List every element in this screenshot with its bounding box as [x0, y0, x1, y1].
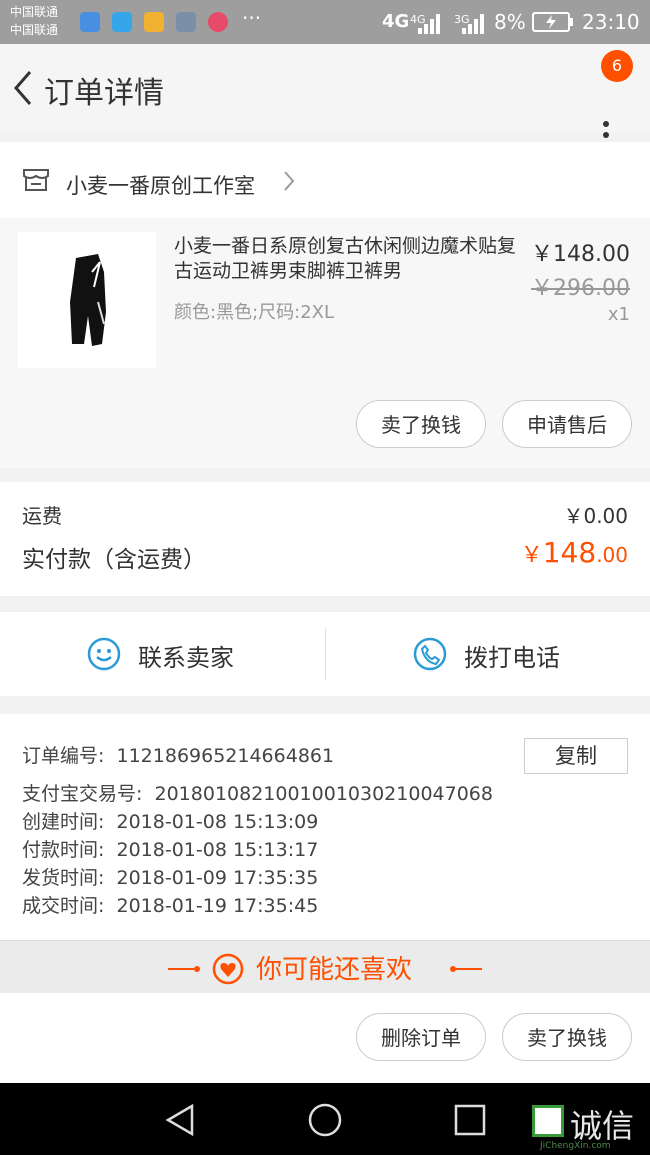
- nav-header: 订单详情: [0, 44, 650, 149]
- paid-decimal: .00: [596, 543, 628, 567]
- chevron-right-icon: [284, 171, 295, 191]
- sell-for-cash-button[interactable]: 卖了换钱: [356, 400, 486, 448]
- more-notifications-icon: ···: [242, 6, 262, 30]
- shipping-value: ￥0.00: [563, 504, 628, 528]
- watermark-logo: [532, 1105, 564, 1137]
- line-left-icon: [168, 966, 200, 972]
- shipping-label: 运费: [22, 504, 62, 528]
- call-phone-label: 拨打电话: [464, 644, 560, 672]
- shipped-time: 2018-01-09 17:35:35: [116, 867, 319, 889]
- alipay-label: 支付宝交易号:: [22, 783, 143, 805]
- nav-back-icon[interactable]: [164, 1103, 198, 1137]
- after-sales-button[interactable]: 申请售后: [502, 400, 632, 448]
- page-title: 订单详情: [44, 76, 164, 111]
- payment-section: 运费 ￥0.00 实付款（含运费） ￥148.00: [0, 482, 650, 596]
- bottom-action-bar: 删除订单 卖了换钱: [0, 993, 650, 1083]
- network-4g-1: 4G: [382, 11, 410, 32]
- shipped-row: 发货时间: 2018-01-09 17:35:35: [22, 864, 318, 892]
- notification-badge: 6: [601, 50, 633, 82]
- recommend-label: 你可能还喜欢: [256, 955, 413, 985]
- alipay-row: 支付宝交易号: 2018010821001001030210047068: [22, 780, 493, 808]
- sell-for-cash-button-bottom[interactable]: 卖了换钱: [502, 1013, 632, 1061]
- signal-icon-2: [462, 14, 484, 34]
- paid-time-label: 付款时间:: [22, 839, 105, 861]
- nav-recent-icon[interactable]: [454, 1104, 486, 1136]
- store-name[interactable]: 小麦一番原创工作室: [66, 170, 255, 200]
- order-number-label: 订单编号:: [22, 745, 105, 767]
- smile-chat-icon: [87, 637, 121, 671]
- paid-row: 付款时间: 2018-01-08 15:13:17: [22, 836, 318, 864]
- shipped-label: 发货时间:: [22, 867, 105, 889]
- store-row[interactable]: 小麦一番原创工作室: [0, 142, 650, 218]
- done-row: 成交时间: 2018-01-19 17:35:45: [22, 892, 318, 920]
- back-icon[interactable]: [8, 68, 48, 108]
- created-time: 2018-01-08 15:13:09: [116, 811, 319, 833]
- phone-icon: [413, 637, 447, 671]
- delete-order-button[interactable]: 删除订单: [356, 1013, 486, 1061]
- alipay-number: 2018010821001001030210047068: [154, 783, 493, 805]
- signal-icon: [418, 14, 440, 34]
- health-app-icon: [80, 12, 100, 32]
- wallet-app-icon: [144, 12, 164, 32]
- heart-icon: [212, 953, 244, 985]
- paid-amount: ￥148.00: [521, 536, 628, 569]
- contact-seller-label: 联系卖家: [138, 644, 234, 672]
- copy-button[interactable]: 复制: [524, 738, 628, 774]
- line-right-icon: [450, 966, 482, 972]
- store-icon: [23, 169, 49, 191]
- created-label: 创建时间:: [22, 811, 105, 833]
- carrier-1: 中国联通: [10, 5, 59, 19]
- game-app-icon: [208, 12, 228, 32]
- system-nav-bar: 诚信 JiChengXin.com: [0, 1083, 650, 1155]
- call-phone-button[interactable]: 拨打电话: [326, 612, 650, 696]
- created-row: 创建时间: 2018-01-08 15:13:09: [22, 808, 318, 836]
- paid-label: 实付款（含运费）: [22, 547, 206, 573]
- product-price: ￥148.00: [531, 242, 630, 267]
- recommend-banner: 你可能还喜欢: [0, 940, 650, 993]
- product-title[interactable]: 小麦一番日系原创复古休闲侧边魔术贴复古运动卫裤男束脚裤卫裤男: [174, 234, 524, 284]
- contact-seller-button[interactable]: 联系卖家: [0, 612, 325, 696]
- done-label: 成交时间:: [22, 895, 105, 917]
- product-spec: 颜色:黑色;尺码:2XL: [174, 302, 335, 323]
- battery-percent: 8%: [494, 10, 526, 34]
- paid-time: 2018-01-08 15:13:17: [116, 839, 319, 861]
- status-bar: 中国联通 中国联通 ··· 4G 4G 3G 8% 23:10: [0, 0, 650, 44]
- contact-section: 联系卖家 拨打电话: [0, 612, 650, 696]
- done-time: 2018-01-19 17:35:45: [116, 895, 319, 917]
- message-app-icon: [112, 12, 132, 32]
- paid-currency: ￥: [520, 543, 543, 568]
- order-number: 112186965214664861: [116, 745, 335, 767]
- order-info-section: 订单编号: 112186965214664861 复制 支付宝交易号: 2018…: [0, 714, 650, 940]
- watermark-url: JiChengXin.com: [540, 1141, 611, 1151]
- nav-home-icon[interactable]: [307, 1102, 343, 1138]
- gallery-app-icon: [176, 12, 196, 32]
- original-price: ￥296.00: [531, 276, 630, 301]
- battery-icon: [532, 12, 573, 32]
- carrier-2: 中国联通: [10, 23, 59, 37]
- product-quantity: x1: [607, 304, 630, 325]
- clock: 23:10: [582, 10, 640, 34]
- product-image[interactable]: [18, 232, 156, 368]
- order-number-row: 订单编号: 112186965214664861: [22, 742, 334, 770]
- product-card[interactable]: 小麦一番日系原创复古休闲侧边魔术贴复古运动卫裤男束脚裤卫裤男 颜色:黑色;尺码:…: [0, 218, 650, 468]
- paid-integer: 148: [542, 536, 597, 569]
